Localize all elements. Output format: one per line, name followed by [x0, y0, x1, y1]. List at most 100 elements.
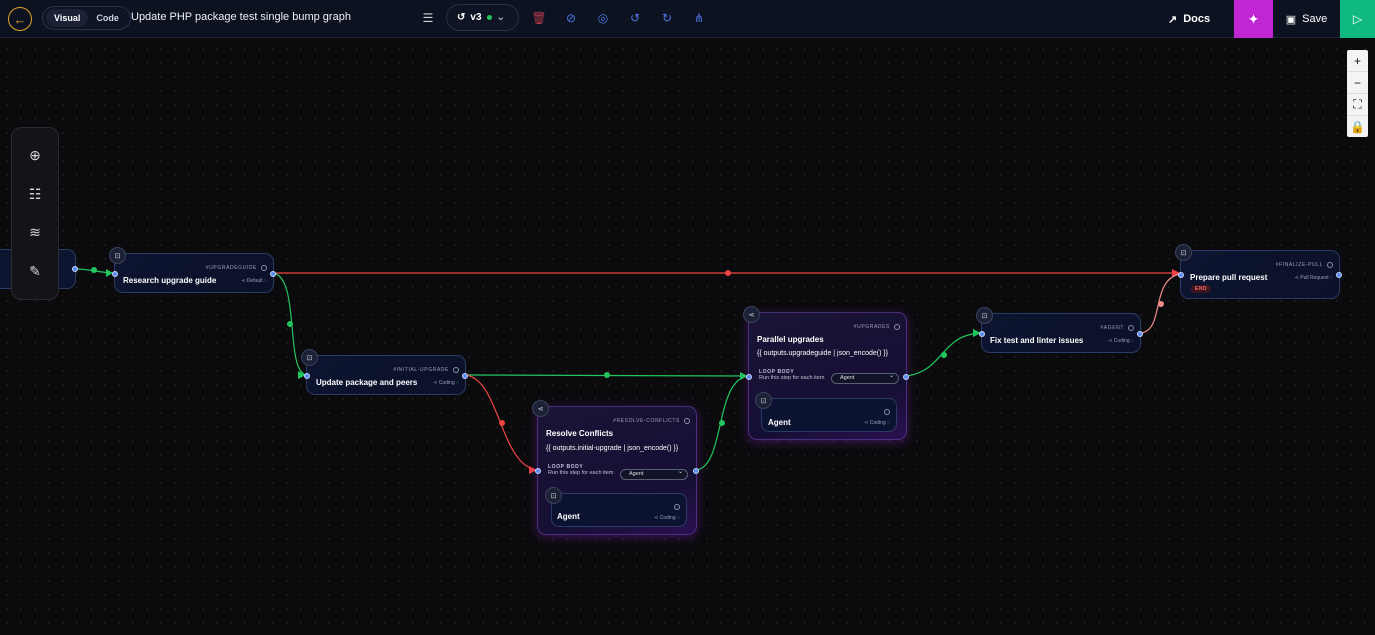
input-handle[interactable] — [1178, 272, 1184, 278]
node-upgradeguide[interactable]: ⊡ #UPGRADEGUIDE Research upgrade guide ⋖… — [109, 247, 276, 293]
node-id: #RESOLVE-CONFLICTS — [613, 418, 680, 424]
info-icon[interactable] — [894, 324, 900, 330]
fit-view-button[interactable]: ⛶ — [1347, 94, 1368, 116]
node-upgrades[interactable]: ⋖ #UPGRADES Parallel upgrades {{ outputs… — [743, 306, 909, 440]
loop-description: Run this step for each item — [759, 375, 825, 381]
output-handle[interactable] — [1336, 272, 1342, 278]
edge-midpoint[interactable] — [719, 420, 725, 426]
output-handle[interactable] — [72, 266, 78, 272]
node-meta-label: Coding — [659, 515, 676, 521]
node-id: #UPGRADES — [853, 324, 890, 330]
database-icon[interactable]: ≋ — [25, 223, 45, 243]
side-toolbar: ⊕ ☷ ≋ ✎ — [11, 127, 59, 300]
edit-icon[interactable]: ✎ — [25, 262, 45, 282]
zoom-out-button[interactable]: − — [1347, 72, 1368, 94]
info-icon[interactable] — [884, 409, 890, 415]
eye-off-icon[interactable]: ⊘ — [563, 10, 579, 26]
node-title: Prepare pull request — [1190, 273, 1268, 282]
node-initial-upgrade[interactable]: ⊡ #INITIAL-UPGRADE Update package and pe… — [301, 349, 468, 395]
external-link-icon: ↗ — [1168, 13, 1178, 26]
input-handle[interactable] — [535, 468, 541, 474]
node-meta-label: Coding — [438, 380, 455, 386]
zoom-in-button[interactable]: + — [1347, 50, 1368, 72]
run-button[interactable]: ▷ — [1340, 0, 1375, 38]
node-meta: ⋖ Coding ◌ — [433, 380, 459, 386]
sliders-icon[interactable]: ☷ — [25, 184, 45, 204]
edge-midpoint[interactable] — [287, 321, 293, 327]
node-meta: ⋖ Pull Request ◌ — [1294, 275, 1333, 281]
node-id: #FINALIZE-PULL — [1275, 262, 1323, 268]
version-selector[interactable]: ↺ v3 ⌄ — [446, 4, 519, 31]
share-badge-icon: ⋖ — [743, 306, 760, 323]
loop-type-select[interactable]: Agent — [831, 372, 899, 384]
history-icon: ↺ — [457, 12, 466, 23]
save-label: Save — [1302, 13, 1328, 25]
loop-type-select[interactable]: Agent — [620, 468, 688, 480]
info-icon[interactable] — [684, 418, 690, 424]
input-handle[interactable] — [979, 331, 985, 337]
output-handle[interactable] — [462, 373, 468, 379]
loop-body-agent[interactable]: ⊡ Agent ⋖ Coding ◌ — [545, 487, 687, 527]
save-button[interactable]: ▣ Save — [1273, 0, 1340, 38]
node-id: #INITIAL-UPGRADE — [393, 367, 449, 373]
graph-edges — [74, 267, 1181, 474]
loop-body-agent[interactable]: ⊡ Agent ⋖ Coding ◌ — [755, 392, 897, 432]
node-title: Fix test and linter issues — [990, 336, 1084, 345]
node-meta: ⋖ Coding ◌ — [654, 515, 680, 521]
edge-midpoint[interactable] — [1158, 301, 1164, 307]
info-icon[interactable] — [1327, 262, 1333, 268]
edge-midpoint[interactable] — [91, 267, 97, 273]
info-icon[interactable] — [674, 504, 680, 510]
input-handle[interactable] — [746, 374, 752, 380]
docs-button[interactable]: ↗ Docs — [1160, 0, 1218, 38]
node-id: #AGENT — [1100, 325, 1124, 331]
sparkle-icon: ✦ — [1247, 10, 1260, 27]
node-meta-label: Coding — [1113, 338, 1130, 344]
chevron-down-icon: ⌄ — [496, 12, 505, 23]
input-handle[interactable] — [304, 373, 310, 379]
visual-mode-button[interactable]: Visual — [46, 9, 89, 27]
edge-midpoint[interactable] — [604, 372, 610, 378]
output-handle[interactable] — [1137, 331, 1143, 337]
docs-label: Docs — [1183, 13, 1211, 25]
input-handle[interactable] — [112, 271, 118, 277]
edge-midpoint[interactable] — [941, 352, 947, 358]
node-meta: ⋖ Default ◌ — [241, 278, 267, 284]
node-meta-label: Default — [246, 278, 263, 284]
info-icon[interactable] — [261, 265, 267, 271]
output-handle[interactable] — [903, 374, 909, 380]
layout-tree-icon[interactable]: ⋔ — [691, 10, 707, 26]
zoom-controls: + − ⛶ 🔒 — [1347, 50, 1368, 137]
node-title: Update package and peers — [316, 378, 418, 387]
agent-badge-icon: ⊡ — [545, 487, 562, 504]
subnode-title: Agent — [768, 418, 791, 427]
node-resolve-conflicts[interactable]: ⋖ #RESOLVE-CONFLICTS Resolve Conflicts {… — [532, 400, 699, 535]
save-icon: ▣ — [1285, 13, 1297, 26]
node-title: Research upgrade guide — [123, 276, 217, 285]
trash-icon[interactable]: 🗑 — [531, 10, 547, 26]
compass-icon[interactable]: ◎ — [595, 10, 611, 26]
add-icon[interactable]: ⊕ — [25, 145, 45, 165]
output-handle[interactable] — [693, 468, 699, 474]
info-icon[interactable] — [1128, 325, 1134, 331]
node-agent[interactable]: ⊡ #AGENT Fix test and linter issues ⋖ Co… — [976, 307, 1143, 353]
agent-badge-icon: ⊡ — [109, 247, 126, 264]
node-finalize-pull[interactable]: ⊡ #FINALIZE-PULL Prepare pull request ⋖ … — [1175, 244, 1342, 299]
redo-icon[interactable]: ↻ — [659, 10, 675, 26]
edge-midpoint[interactable] — [725, 270, 731, 276]
edge-midpoint[interactable] — [499, 420, 505, 426]
agent-badge-icon: ⊡ — [301, 349, 318, 366]
lock-button[interactable]: 🔒 — [1347, 116, 1368, 137]
undo-icon[interactable]: ↺ — [627, 10, 643, 26]
menu-lines-icon[interactable]: ☰ — [420, 10, 436, 26]
arrow-left-icon: ← — [13, 11, 27, 27]
agent-badge-icon: ⊡ — [976, 307, 993, 324]
share-badge-icon: ⋖ — [532, 400, 549, 417]
output-handle[interactable] — [270, 271, 276, 277]
back-button[interactable]: ← — [8, 7, 32, 31]
info-icon[interactable] — [453, 367, 459, 373]
code-mode-button[interactable]: Code — [88, 9, 127, 27]
ai-assist-button[interactable]: ✦ — [1234, 0, 1273, 38]
flow-title[interactable]: Update PHP package test single bump grap… — [131, 11, 351, 23]
mode-toggle: Visual Code — [42, 6, 131, 30]
